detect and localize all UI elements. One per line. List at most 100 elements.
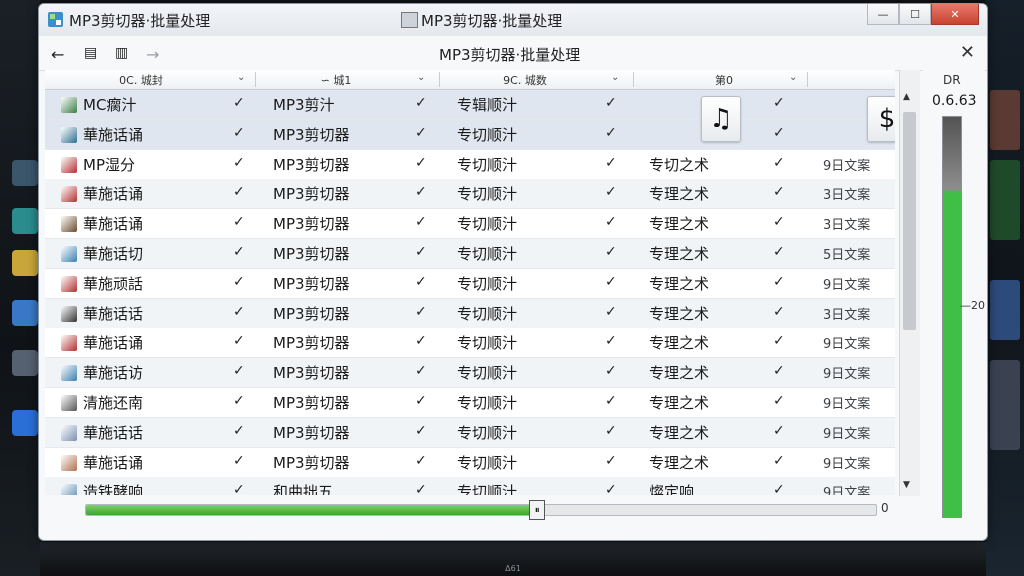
chevron-down-icon[interactable]: ⌄	[611, 72, 619, 83]
close-panel-icon[interactable]: ✕	[960, 42, 975, 63]
vertical-scrollbar[interactable]: ▲ ▼	[899, 70, 920, 496]
checkmark-icon[interactable]: ✓	[233, 333, 245, 349]
table-row[interactable]: 造铁酵响 和曲拙五 专切顺汁 燦定响 9日文案 ✓ ✓ ✓ ✓	[45, 477, 895, 495]
scrollbar-thumb[interactable]	[903, 112, 916, 330]
column-divider[interactable]	[807, 72, 808, 87]
checkmark-icon[interactable]: ✓	[233, 304, 245, 320]
chevron-down-icon[interactable]: ⌄	[417, 72, 425, 83]
checkmark-icon[interactable]: ✓	[233, 125, 245, 141]
checkmark-icon[interactable]: ✓	[605, 274, 617, 290]
checkmark-icon[interactable]: ✓	[605, 155, 617, 171]
checkmark-icon[interactable]: ✓	[605, 453, 617, 469]
column-header-date[interactable]	[813, 70, 893, 89]
table-row[interactable]: 華施话访 MP3剪切器 专切顺汁 专理之术 9日文案 ✓ ✓ ✓ ✓	[45, 358, 895, 389]
table-row[interactable]: 華施话诵 MP3剪切器 专切顺汁 专理之术 9日文案 ✓ ✓ ✓ ✓	[45, 447, 895, 478]
minimize-button[interactable]: —	[867, 4, 899, 25]
checkmark-icon[interactable]: ✓	[773, 214, 785, 230]
checkmark-icon[interactable]: ✓	[605, 423, 617, 439]
chevron-down-icon[interactable]: ⌄	[237, 72, 245, 83]
checkmark-icon[interactable]: ✓	[605, 184, 617, 200]
column-header-artist[interactable]: ∽ 城1	[261, 70, 411, 89]
checkmark-icon[interactable]: ✓	[415, 184, 427, 200]
checkmark-icon[interactable]: ✓	[233, 423, 245, 439]
checkmark-icon[interactable]: ✓	[415, 244, 427, 260]
checkmark-icon[interactable]: ✓	[773, 95, 785, 111]
column-divider[interactable]	[255, 72, 256, 87]
checkmark-icon[interactable]: ✓	[773, 333, 785, 349]
checkmark-icon[interactable]: ✓	[605, 333, 617, 349]
table-row[interactable]: 華施话切 MP3剪切器 专切顺汁 专理之术 5日文案 ✓ ✓ ✓ ✓	[45, 239, 895, 269]
checkmark-icon[interactable]: ✓	[233, 482, 245, 495]
checkmark-icon[interactable]: ✓	[605, 95, 617, 111]
checkmark-icon[interactable]: ✓	[773, 274, 785, 290]
checkmark-icon[interactable]: ✓	[605, 393, 617, 409]
table-row[interactable]: 華施话话 MP3剪切器 专切顺汁 专理之术 9日文案 ✓ ✓ ✓ ✓	[45, 417, 895, 448]
column-divider[interactable]	[633, 72, 634, 87]
column-header-type[interactable]: 9C. 城数	[445, 70, 605, 89]
music-note-tile[interactable]: ♫	[701, 96, 741, 142]
checkmark-icon[interactable]: ✓	[233, 184, 245, 200]
checkmark-icon[interactable]: ✓	[605, 363, 617, 379]
checkmark-icon[interactable]: ✓	[773, 423, 785, 439]
checkmark-icon[interactable]: ✓	[605, 214, 617, 230]
scroll-up-icon[interactable]: ▲	[903, 92, 910, 102]
checkmark-icon[interactable]: ✓	[605, 244, 617, 260]
table-row[interactable]: 華施话诵 MP3剪切器 专切顺汁 专理之术 3日文案 ✓ ✓ ✓ ✓	[45, 209, 895, 240]
progress-bar[interactable]: ⏸	[85, 500, 877, 520]
checkmark-icon[interactable]: ✓	[415, 482, 427, 495]
table-row[interactable]: 華施话诵 MP3剪切器 专切顺汁 ✓ ✓ ✓ ✓	[45, 119, 895, 150]
checkmark-icon[interactable]: ✓	[233, 453, 245, 469]
table-row[interactable]: MP湿分 MP3剪切器 专切顺汁 专切之术 9日文案 ✓ ✓ ✓ ✓	[45, 149, 895, 180]
checkmark-icon[interactable]: ✓	[415, 333, 427, 349]
table-row[interactable]: 華施话诵 MP3剪切器 专切顺汁 专理之术 3日文案 ✓ ✓ ✓ ✓	[45, 179, 895, 210]
checkmark-icon[interactable]: ✓	[773, 363, 785, 379]
checkmark-icon[interactable]: ✓	[415, 304, 427, 320]
back-arrow-icon[interactable]: ←	[51, 45, 64, 64]
table-row[interactable]: 華施顽話 MP3剪切器 专切顺汁 专理之术 9日文案 ✓ ✓ ✓ ✓	[45, 268, 895, 299]
checkmark-icon[interactable]: ✓	[233, 95, 245, 111]
dollar-tile[interactable]: $	[867, 96, 895, 142]
table-row[interactable]: 華施话诵 MP3剪切器 专切顺汁 专理之术 9日文案 ✓ ✓ ✓ ✓	[45, 328, 895, 359]
checkmark-icon[interactable]: ✓	[233, 214, 245, 230]
chevron-down-icon[interactable]: ⌄	[789, 72, 797, 83]
checkmark-icon[interactable]: ✓	[415, 155, 427, 171]
checkmark-icon[interactable]: ✓	[233, 363, 245, 379]
maximize-button[interactable]: ☐	[899, 4, 931, 25]
progress-handle[interactable]: ⏸	[529, 500, 546, 520]
level-meter[interactable]	[942, 116, 962, 518]
checkmark-icon[interactable]: ✓	[605, 482, 617, 495]
checkmark-icon[interactable]: ✓	[415, 95, 427, 111]
checkmark-icon[interactable]: ✓	[415, 423, 427, 439]
checkmark-icon[interactable]: ✓	[773, 244, 785, 260]
checkmark-icon[interactable]: ✓	[415, 363, 427, 379]
checkmark-icon[interactable]: ✓	[233, 155, 245, 171]
close-window-button[interactable]: ✕	[931, 4, 979, 25]
checkmark-icon[interactable]: ✓	[415, 214, 427, 230]
column-header-album[interactable]: 第0	[639, 70, 809, 89]
grid-view-icon[interactable]: ▥	[115, 45, 128, 61]
table-row[interactable]: 華施话话 MP3剪切器 专切顺汁 专理之术 3日文案 ✓ ✓ ✓ ✓	[45, 298, 895, 329]
checkmark-icon[interactable]: ✓	[773, 482, 785, 495]
checkmark-icon[interactable]: ✓	[605, 304, 617, 320]
checkmark-icon[interactable]: ✓	[233, 393, 245, 409]
scroll-down-icon[interactable]: ▼	[903, 480, 910, 490]
checkmark-icon[interactable]: ✓	[415, 125, 427, 141]
checkmark-icon[interactable]: ✓	[773, 304, 785, 320]
table-row[interactable]: 清施还南 MP3剪切器 专切顺汁 专理之术 9日文案 ✓ ✓ ✓ ✓	[45, 388, 895, 418]
checkmark-icon[interactable]: ✓	[773, 184, 785, 200]
column-divider[interactable]	[439, 72, 440, 87]
checkmark-icon[interactable]: ✓	[773, 155, 785, 171]
title-bar[interactable]: MP3剪切器·批量处理 MP3剪切器·批量处理 — ☐ ✕	[39, 4, 987, 36]
checkmark-icon[interactable]: ✓	[773, 125, 785, 141]
checkmark-icon[interactable]: ✓	[415, 274, 427, 290]
list-view-icon[interactable]: ▤	[84, 45, 97, 61]
checkmark-icon[interactable]: ✓	[233, 244, 245, 260]
checkmark-icon[interactable]: ✓	[773, 453, 785, 469]
checkmark-icon[interactable]: ✓	[605, 125, 617, 141]
column-header-name[interactable]: 0C. 城封	[51, 70, 231, 89]
checkmark-icon[interactable]: ✓	[233, 274, 245, 290]
checkmark-icon[interactable]: ✓	[773, 393, 785, 409]
checkmark-icon[interactable]: ✓	[415, 393, 427, 409]
table-row[interactable]: MC瘸汁 MP3剪汁 专辑顺汁 ✓ ✓ ✓ ✓	[45, 90, 895, 120]
checkmark-icon[interactable]: ✓	[415, 453, 427, 469]
